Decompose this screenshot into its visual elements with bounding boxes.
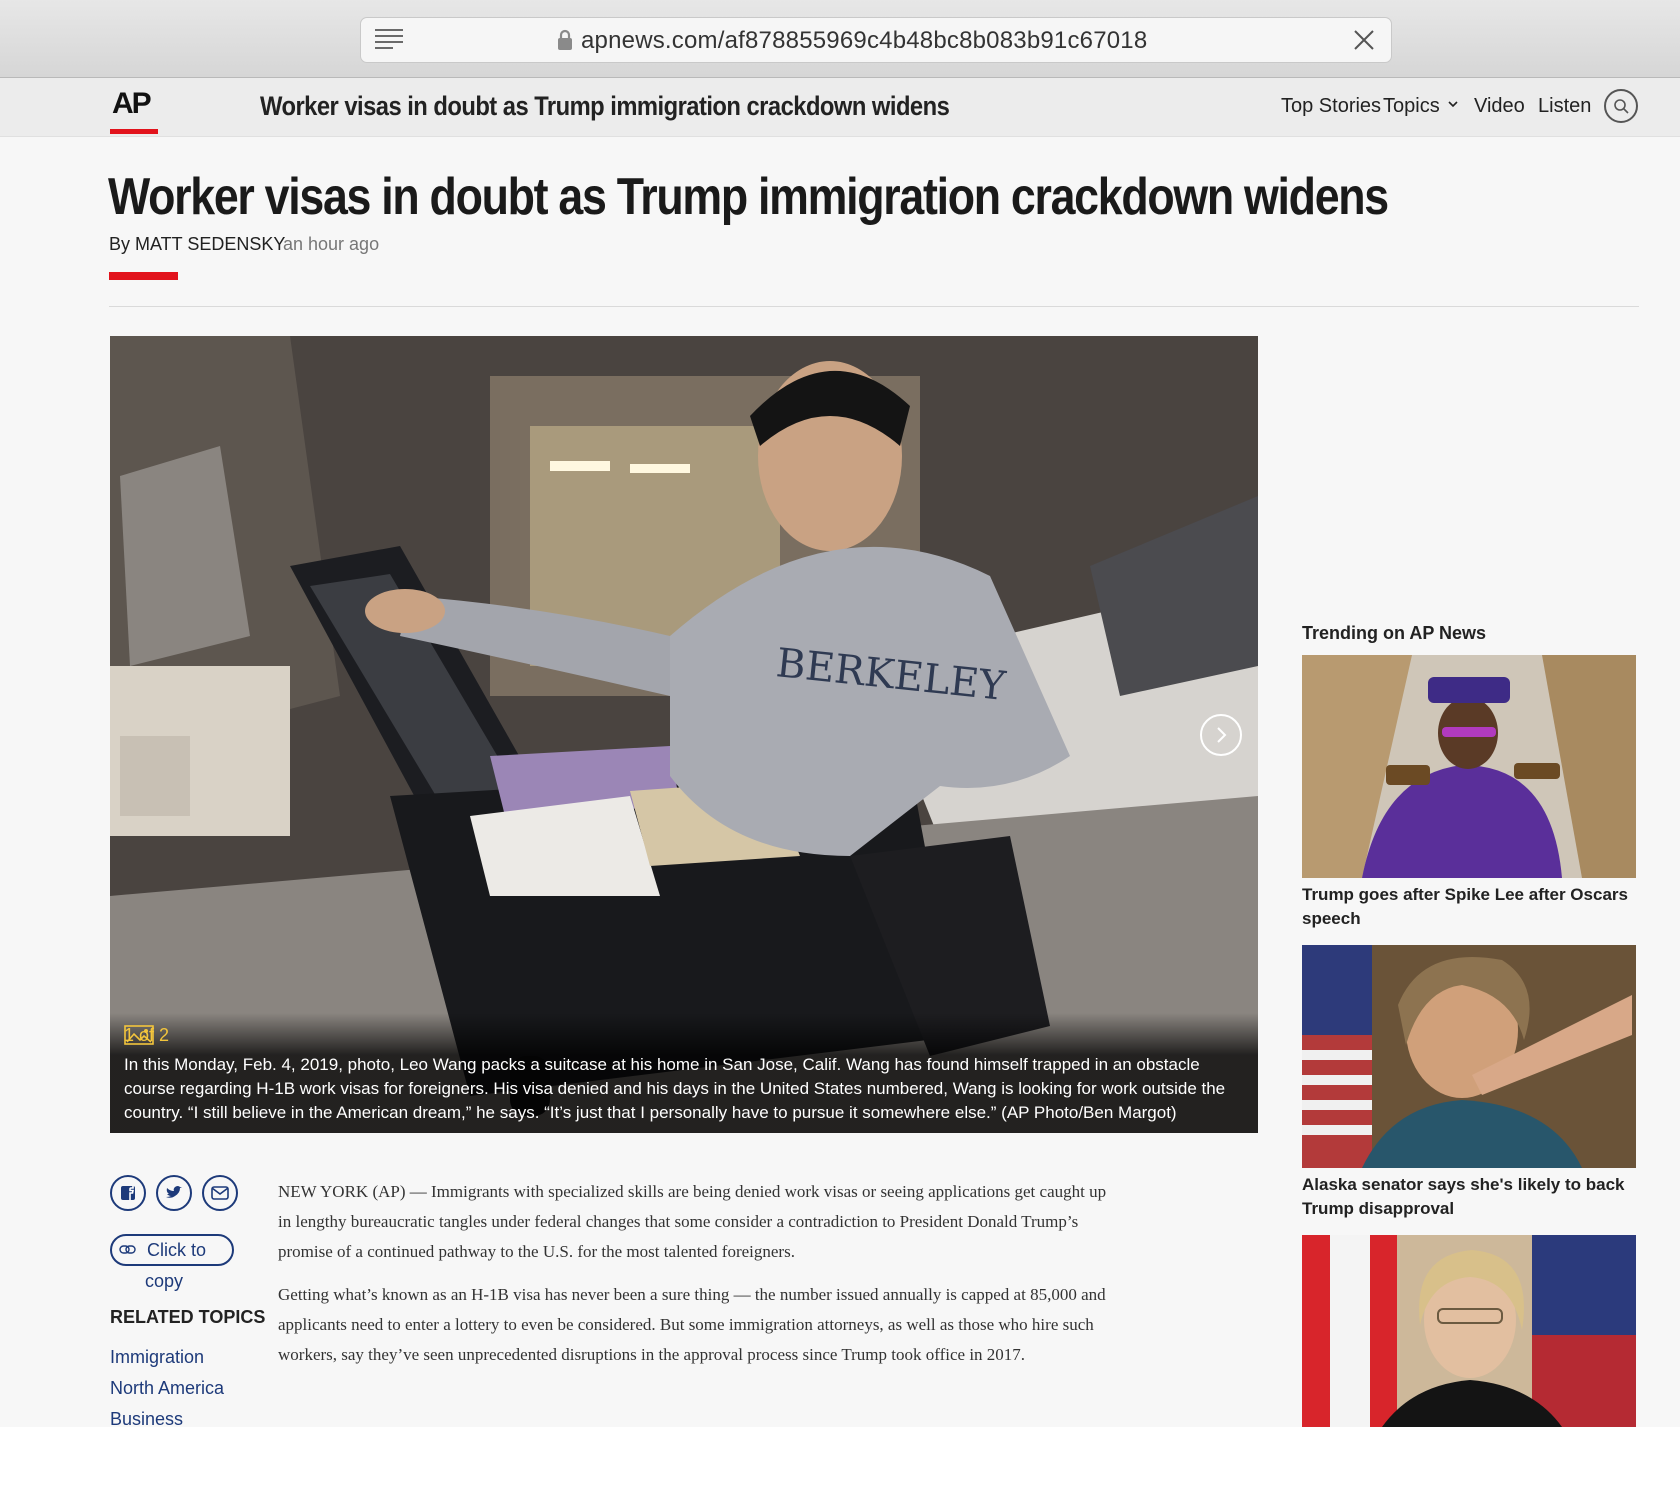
article-paragraph: NEW YORK (AP) — Immigrants with speciali… bbox=[278, 1182, 1107, 1261]
link-icon bbox=[119, 1245, 136, 1254]
lock-icon bbox=[558, 29, 572, 50]
email-icon bbox=[211, 1186, 229, 1200]
trending-image[interactable] bbox=[1302, 945, 1636, 1168]
close-icon[interactable] bbox=[1351, 27, 1377, 53]
copy-label: Click to bbox=[147, 1240, 207, 1260]
address-bar[interactable]: apnews.com/af878855969c4b48bc8b083b91c67… bbox=[360, 17, 1392, 63]
article-body: NEW YORK (AP) — Immigrants with speciali… bbox=[278, 1177, 1108, 1383]
accent-rule bbox=[109, 272, 178, 280]
ap-logo[interactable]: AP bbox=[110, 78, 158, 134]
email-share-button[interactable] bbox=[202, 1175, 238, 1211]
browser-toolbar: apnews.com/af878855969c4b48bc8b083b91c67… bbox=[0, 0, 1680, 78]
related-topic-link[interactable]: Immigration bbox=[110, 1347, 204, 1368]
trending-title: Trending on AP News bbox=[1302, 623, 1487, 643]
search-icon[interactable] bbox=[1604, 89, 1638, 123]
photo-gallery-icon bbox=[124, 1025, 154, 1045]
reader-view-icon[interactable] bbox=[375, 29, 403, 51]
hero-photo[interactable]: BERKELEY 1 of 2 In this Monday, Feb. 4, … bbox=[110, 336, 1258, 1133]
trending-image[interactable] bbox=[1302, 1235, 1636, 1427]
article-headline: Worker visas in doubt as Trump immigrati… bbox=[108, 168, 1389, 226]
photo-caption-area: 1 of 2 In this Monday, Feb. 4, 2019, pho… bbox=[110, 1013, 1258, 1133]
divider bbox=[109, 306, 1639, 307]
twitter-share-button[interactable] bbox=[156, 1175, 192, 1211]
related-topic-link[interactable]: North America bbox=[110, 1378, 224, 1399]
page-bottom-band bbox=[0, 1427, 1680, 1500]
facebook-icon bbox=[121, 1186, 135, 1200]
site-header: AP Worker visas in doubt as Trump immigr… bbox=[0, 78, 1680, 137]
copy-link-button[interactable]: Click to bbox=[110, 1234, 234, 1266]
nav-top-stories[interactable]: Top Stories bbox=[1281, 95, 1381, 118]
timestamp: an hour ago bbox=[283, 234, 380, 254]
header-title: Worker visas in doubt as Trump immigrati… bbox=[260, 91, 950, 121]
article-page: Worker visas in doubt as Trump immigrati… bbox=[0, 137, 1680, 1429]
twitter-icon bbox=[166, 1186, 182, 1198]
trending-headline[interactable]: Alaska senator says she's likely to back… bbox=[1302, 1173, 1636, 1221]
photo-caption: In this Monday, Feb. 4, 2019, photo, Leo… bbox=[124, 1055, 1226, 1122]
trending-headline[interactable]: Trump goes after Spike Lee after Oscars … bbox=[1302, 883, 1636, 931]
copy-label-continued[interactable]: copy bbox=[145, 1271, 183, 1292]
url-text[interactable]: apnews.com/af878855969c4b48bc8b083b91c67… bbox=[581, 27, 1147, 55]
byline: By MATT SEDENSKY bbox=[109, 234, 286, 254]
article-paragraph: Getting what’s known as an H-1B visa has… bbox=[278, 1285, 1106, 1364]
nav-topics[interactable]: Topics bbox=[1383, 95, 1458, 118]
next-photo-button[interactable] bbox=[1200, 714, 1242, 756]
nav-video[interactable]: Video bbox=[1474, 95, 1525, 118]
related-topics-title: RELATED TOPICS bbox=[110, 1307, 266, 1327]
nav-topics-label: Topics bbox=[1383, 95, 1440, 117]
nav-listen[interactable]: Listen bbox=[1538, 95, 1591, 118]
facebook-share-button[interactable] bbox=[110, 1175, 146, 1211]
trending-image[interactable] bbox=[1302, 655, 1636, 878]
chevron-down-icon bbox=[1448, 101, 1458, 108]
photo-counter: 1 of 2 bbox=[124, 1025, 169, 1046]
